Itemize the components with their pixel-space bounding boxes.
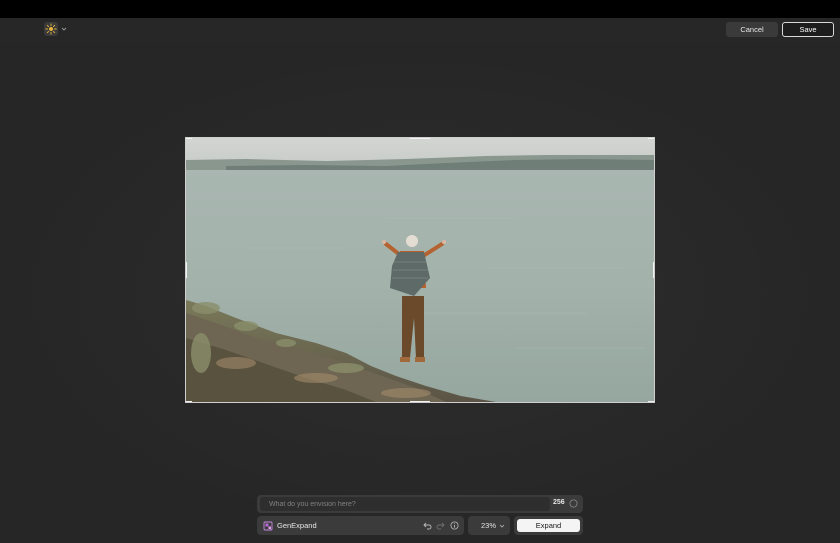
crop-handle-bl[interactable]	[186, 401, 192, 402]
zoom-value: 23%	[481, 521, 497, 530]
prompt-input[interactable]	[260, 497, 550, 511]
credit-coin-icon	[569, 499, 578, 508]
app-window: Cancel Save What do you envision here? 2…	[0, 0, 840, 543]
expand-button[interactable]: Expand	[517, 519, 580, 532]
prompt-bar	[257, 495, 583, 513]
undo-icon[interactable]	[423, 521, 432, 530]
logo-menu[interactable]	[44, 22, 68, 36]
tool-panel: GenExpand	[257, 516, 464, 535]
credits-count: 256	[553, 499, 565, 506]
cancel-button[interactable]: Cancel	[726, 22, 778, 37]
crop-handle-br[interactable]	[648, 401, 654, 402]
redo-icon[interactable]	[436, 521, 445, 530]
crop-handle-tr[interactable]	[648, 138, 654, 139]
expand-panel: Expand	[514, 516, 583, 535]
info-icon[interactable]	[450, 521, 459, 530]
genexpand-icon	[263, 521, 273, 531]
zoom-dropdown[interactable]: 23%	[468, 516, 510, 535]
photo-image	[186, 138, 654, 402]
crop-handle-top[interactable]	[410, 138, 430, 139]
toolbar: Cancel Save	[0, 18, 840, 42]
crop-handle-right[interactable]	[653, 262, 654, 278]
save-button[interactable]: Save	[782, 22, 834, 37]
title-bar	[0, 0, 840, 18]
crop-handle-tl[interactable]	[186, 138, 192, 139]
genexpand-label[interactable]: GenExpand	[277, 521, 317, 530]
chevron-down-icon	[499, 524, 505, 528]
photo-canvas[interactable]	[185, 137, 655, 403]
sun-icon	[44, 22, 58, 36]
crop-handle-left[interactable]	[186, 262, 187, 278]
crop-handle-bottom[interactable]	[410, 401, 430, 402]
chevron-down-icon	[61, 27, 67, 31]
